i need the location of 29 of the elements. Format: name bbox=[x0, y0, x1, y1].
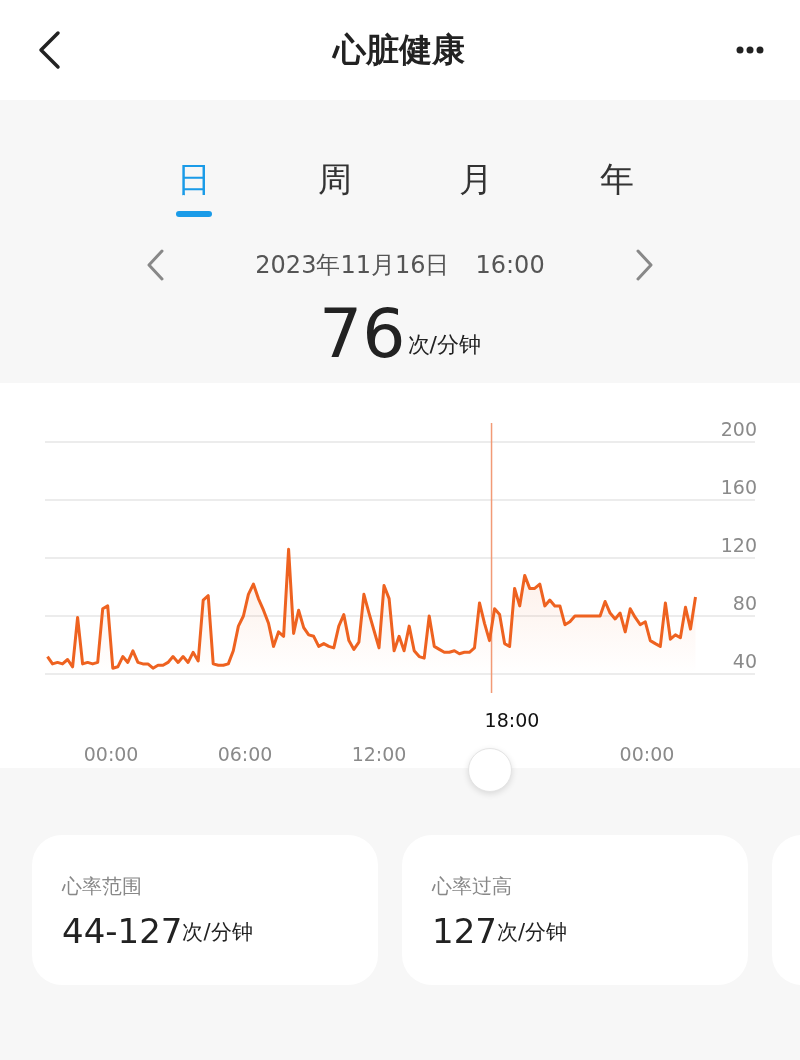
x-axis-label: 06:00 bbox=[217, 743, 273, 765]
stat-title: 心率过高 bbox=[432, 873, 513, 900]
heart-rate-value: 76 bbox=[319, 297, 406, 371]
stat-unit: 次/分钟 bbox=[496, 918, 567, 946]
more-icon[interactable] bbox=[736, 46, 764, 54]
y-axis-label: 200 bbox=[720, 418, 757, 440]
date-text: 2023年11月16日 bbox=[255, 250, 450, 281]
previous-icon[interactable] bbox=[145, 248, 165, 282]
stat-value: 44-127 bbox=[62, 911, 183, 951]
y-axis-label: 40 bbox=[732, 650, 757, 672]
x-axis-label: 12:00 bbox=[351, 743, 407, 765]
y-axis-label: 120 bbox=[720, 534, 757, 556]
next-icon[interactable] bbox=[635, 248, 655, 282]
cursor-time-label: 18:00 bbox=[484, 709, 540, 731]
page-title: 心脏健康 bbox=[333, 29, 465, 72]
period-tab[interactable]: 年 bbox=[546, 155, 687, 217]
time-text: 16:00 bbox=[475, 250, 545, 281]
period-tab[interactable]: 周 bbox=[264, 155, 405, 217]
period-tab[interactable]: 月 bbox=[405, 155, 546, 217]
y-axis-label: 80 bbox=[732, 592, 757, 614]
back-icon[interactable] bbox=[36, 30, 62, 70]
stat-unit: 次/分钟 bbox=[182, 918, 253, 946]
stat-title: 心率范围 bbox=[62, 873, 143, 900]
heart-rate-unit: 次/分钟 bbox=[407, 331, 481, 359]
stat-value: 127 bbox=[432, 911, 497, 951]
y-axis-label: 160 bbox=[720, 476, 757, 498]
scrubber-handle[interactable] bbox=[468, 748, 512, 792]
x-axis-label: 00:00 bbox=[83, 743, 139, 765]
x-axis-label: 00:00 bbox=[619, 743, 675, 765]
